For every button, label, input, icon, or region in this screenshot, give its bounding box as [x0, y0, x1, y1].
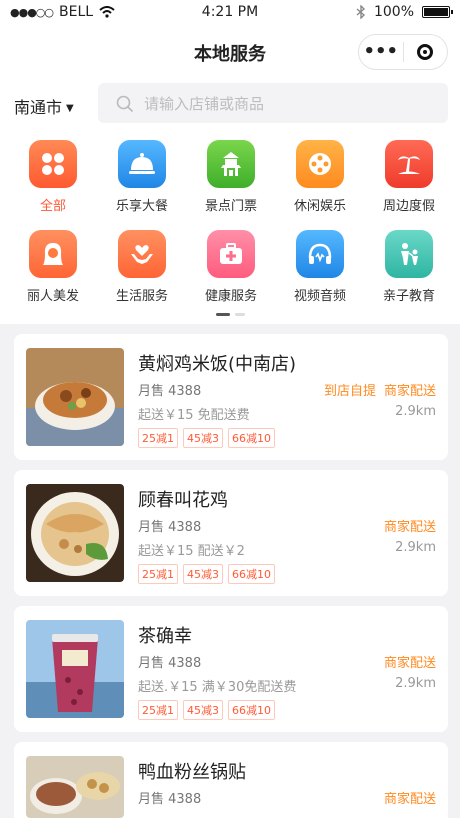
delivery-option: 商家配送 — [383, 520, 436, 535]
store-distance: 2.9km — [395, 404, 436, 419]
dish-cloche-icon — [118, 140, 166, 188]
heart-hands-icon — [118, 230, 166, 278]
delivery-option: 到店自提 — [323, 384, 376, 399]
monthly-sales: 月售 4388 — [138, 792, 202, 807]
headphones-icon — [296, 230, 344, 278]
category-leisure[interactable]: 休闲娱乐 — [275, 140, 365, 214]
delivery-fee: 起送￥15 免配送费 — [138, 408, 250, 423]
discount-tags: 25减1 45减3 66减10 — [138, 428, 275, 448]
category-tickets[interactable]: 景点门票 — [186, 140, 276, 214]
mini-program-capsule: ••• — [358, 34, 448, 70]
category-label: 生活服务 — [115, 289, 168, 304]
search-input[interactable] — [142, 92, 436, 116]
category-media[interactable]: 视频音频 — [275, 230, 365, 304]
delivery-options: 商家配送 — [384, 652, 436, 671]
discount-tag: 25减1 — [138, 428, 178, 448]
city-label: 南通市 — [14, 98, 63, 117]
category-label: 全部 — [39, 199, 66, 214]
discount-tag: 66减10 — [228, 700, 275, 720]
pager-dot — [235, 313, 245, 316]
battery-icon — [422, 6, 453, 18]
nav-bar: 本地服务 ••• — [0, 26, 460, 80]
delivery-option: 商家配送 — [383, 656, 436, 671]
discount-tag: 25减1 — [138, 700, 178, 720]
store-thumbnail — [26, 348, 124, 446]
store-thumbnail — [26, 484, 124, 582]
discount-tags: 25减1 45减3 66减10 — [138, 564, 275, 584]
discount-tag: 45减3 — [183, 564, 223, 584]
discount-tag: 45减3 — [183, 700, 223, 720]
store-card[interactable]: 茶确幸 月售 4388 起送.￥15 满￥30免配送费 商家配送 2.9km 2… — [14, 606, 448, 732]
search-box[interactable] — [98, 83, 448, 123]
pavilion-icon — [207, 140, 255, 188]
delivery-fee: 起送￥15 配送￥2 — [138, 544, 245, 559]
discount-tag: 66减10 — [228, 428, 275, 448]
store-name: 茶确幸 — [138, 626, 192, 647]
monthly-sales: 月售 4388 — [138, 520, 202, 535]
store-thumbnail — [26, 620, 124, 718]
category-education[interactable]: 亲子教育 — [364, 230, 454, 304]
category-beauty[interactable]: 丽人美发 — [8, 230, 98, 304]
close-target-button[interactable] — [403, 44, 447, 60]
category-vacation[interactable]: 周边度假 — [364, 140, 454, 214]
category-pager — [216, 313, 245, 316]
delivery-options: 到店自提 商家配送 — [324, 380, 436, 399]
more-dots-icon[interactable]: ••• — [359, 43, 403, 61]
delivery-fee: 起送.￥15 满￥30免配送费 — [138, 680, 297, 695]
store-card[interactable]: 顾春叫花鸡 月售 4388 起送￥15 配送￥2 商家配送 2.9km 25减1… — [14, 470, 448, 596]
pager-dot-active — [216, 313, 230, 316]
store-card[interactable]: 黄焖鸡米饭(中南店) 月售 4388 起送￥15 免配送费 到店自提 商家配送 … — [14, 334, 448, 460]
store-name: 顾春叫花鸡 — [138, 490, 228, 511]
monthly-sales: 月售 4388 — [138, 384, 202, 399]
battery-percent: 100% — [373, 4, 414, 20]
category-label: 视频音频 — [293, 289, 346, 304]
category-label: 景点门票 — [204, 199, 257, 214]
search-bar: 南通市 ▼ — [0, 80, 460, 130]
category-health[interactable]: 健康服务 — [186, 230, 276, 304]
delivery-options: 商家配送 — [384, 788, 436, 807]
store-distance: 2.9km — [395, 676, 436, 691]
discount-tag: 25减1 — [138, 564, 178, 584]
city-selector[interactable]: 南通市 ▼ — [14, 94, 74, 118]
store-card[interactable]: 鸭血粉丝锅贴 月售 4388 商家配送 — [14, 742, 448, 818]
film-reel-icon — [296, 140, 344, 188]
category-all[interactable]: 全部 — [8, 140, 98, 214]
monthly-sales: 月售 4388 — [138, 656, 202, 671]
status-bar: ●●●○○ BELL 4:21 PM 100% — [0, 0, 460, 26]
medical-kit-icon — [207, 230, 255, 278]
category-life-services[interactable]: 生活服务 — [97, 230, 187, 304]
bluetooth-icon — [356, 5, 365, 19]
delivery-option: 商家配送 — [383, 792, 436, 807]
store-distance: 2.9km — [395, 540, 436, 555]
delivery-option: 商家配送 — [383, 384, 436, 399]
store-name: 鸭血粉丝锅贴 — [138, 762, 246, 783]
category-grid: 全部 乐享大餐 景点门票 休闲娱乐 周边度假 丽人美发 生活服务 健康服务 视频… — [0, 130, 460, 324]
category-label: 周边度假 — [382, 199, 435, 214]
grid-flower-icon — [29, 140, 77, 188]
category-label: 休闲娱乐 — [293, 199, 346, 214]
search-icon — [116, 95, 134, 113]
category-label: 丽人美发 — [26, 289, 79, 304]
category-label: 健康服务 — [204, 289, 257, 304]
caret-down-icon: ▼ — [66, 103, 74, 114]
category-label: 乐享大餐 — [115, 199, 168, 214]
discount-tag: 66减10 — [228, 564, 275, 584]
category-label: 亲子教育 — [382, 289, 435, 304]
store-name: 黄焖鸡米饭(中南店) — [138, 354, 297, 375]
discount-tags: 25减1 45减3 66减10 — [138, 700, 275, 720]
parent-child-icon — [385, 230, 433, 278]
store-thumbnail — [26, 756, 124, 818]
category-dining[interactable]: 乐享大餐 — [97, 140, 187, 214]
palm-tree-icon — [385, 140, 433, 188]
discount-tag: 45减3 — [183, 428, 223, 448]
target-icon — [417, 44, 434, 60]
delivery-options: 商家配送 — [384, 516, 436, 535]
woman-hair-icon — [29, 230, 77, 278]
